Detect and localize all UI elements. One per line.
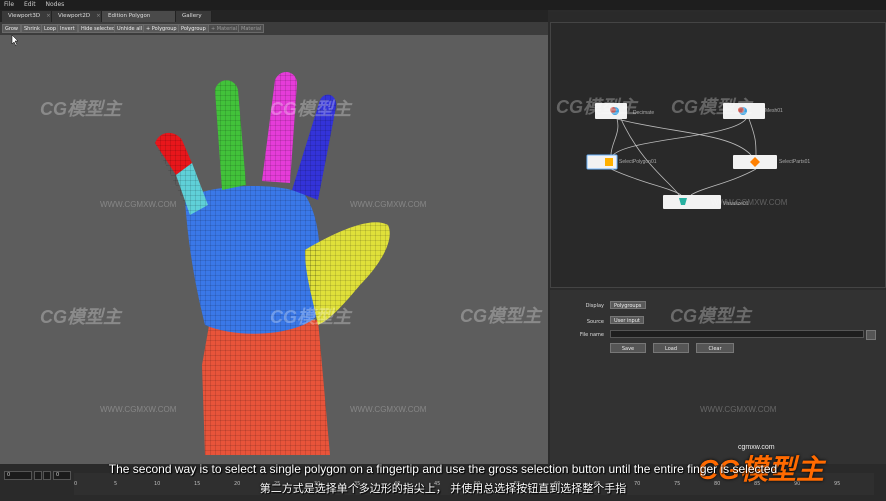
menu-bar: File Edit Nodes (0, 0, 886, 10)
watermark-logo: CG模型主 (556, 97, 637, 117)
filename-label: File name (579, 332, 604, 338)
node-label-mesh: Mesh01 (765, 108, 783, 114)
watermark-url: WWW.CGMXW.COM (350, 405, 427, 414)
source-select[interactable]: User input (610, 316, 644, 324)
menu-edit[interactable]: Edit (20, 0, 40, 9)
watermark-url: WWW.CGMXW.COM (100, 405, 177, 414)
tab-viewport2d[interactable]: Viewport2D × (52, 11, 102, 22)
close-icon[interactable]: × (46, 13, 51, 19)
mouse-cursor (11, 35, 19, 47)
watermark-logo: CG模型主 (270, 307, 351, 327)
node-connections (586, 103, 777, 209)
tab-label: Gallery (182, 13, 202, 19)
menu-nodes[interactable]: Nodes (42, 0, 69, 9)
selection-toolbar: Grow Shrink Loop Invert Hide selected Un… (0, 22, 548, 35)
viewport-3d[interactable]: CG模型主 CG模型主 WWW.CGMXW.COM WWW.CGMXW.COM … (0, 35, 548, 464)
tab-bar-filler (548, 12, 886, 22)
properties-panel: Display Polygroups Source User input Fil… (460, 290, 886, 464)
watermark-url: WWW.CGMXW.COM (700, 405, 777, 414)
add-polygroup-button[interactable]: + Polygroup (143, 24, 180, 33)
tab-viewport3d[interactable]: Viewport3D × (2, 11, 52, 22)
source-label: Source (586, 319, 604, 325)
browse-button[interactable] (866, 330, 876, 340)
watermark-logo: CG模型主 (40, 99, 121, 119)
tab-edition-polygon-selection[interactable]: Edition Polygon Selection (102, 11, 176, 30)
watermark-logo: CG模型主 (40, 307, 121, 327)
save-button[interactable]: Save (610, 343, 646, 353)
add-material-button[interactable]: + Material (208, 24, 241, 33)
material-button[interactable]: Material (238, 24, 265, 33)
subtitle-english: The second way is to select a single pol… (108, 462, 778, 476)
display-label: Display (585, 303, 604, 309)
node-graph-panel[interactable]: Decimate Mesh01 SelectPolygon01 SelectPa… (550, 22, 886, 288)
watermark-logo: CG模型主 (671, 97, 752, 117)
polygroup-button[interactable]: Polygroup (178, 24, 209, 33)
node-label-selectparts: SelectParts01 (779, 159, 811, 165)
watermark-url: WWW.CGMXW.COM (350, 200, 427, 209)
node-label-selectpolygon: SelectPolygon01 (619, 159, 657, 165)
tab-label: Viewport3D (8, 13, 41, 19)
watermark-logo: CG模型主 (670, 306, 751, 326)
display-select[interactable]: Polygroups (610, 301, 646, 309)
hide-selected-button[interactable]: Hide selected (78, 24, 119, 33)
watermark-logo: CG模型主 (270, 99, 351, 119)
watermark-logo: CG模型主 (460, 306, 541, 326)
load-button[interactable]: Load (653, 343, 689, 353)
node-selectpolygon[interactable] (586, 154, 618, 170)
tab-label: Viewport2D (58, 13, 91, 19)
watermark-url: WWW.CGMXW.COM (100, 200, 177, 209)
clear-button[interactable]: Clear (696, 343, 734, 353)
close-icon[interactable]: × (96, 13, 101, 19)
menu-file[interactable]: File (0, 0, 18, 9)
watermark-url: WWW.CGMXW.COM (711, 198, 788, 207)
filename-field[interactable] (610, 330, 864, 338)
tab-bar: Viewport3D × Viewport2D × Edition Polygon … (0, 10, 548, 30)
shrink-button[interactable]: Shrink (21, 24, 43, 33)
grow-button[interactable]: Grow (2, 24, 21, 33)
node-selectparts[interactable] (733, 155, 777, 169)
invert-button[interactable]: Invert (57, 24, 78, 33)
unhide-all-button[interactable]: Unhide all (114, 24, 146, 33)
subtitle-chinese: 第二方式是选择单个多边形的指尖上， 并使用总选择按钮直到选择整个手指 (259, 482, 627, 495)
tab-gallery[interactable]: Gallery (176, 11, 212, 22)
